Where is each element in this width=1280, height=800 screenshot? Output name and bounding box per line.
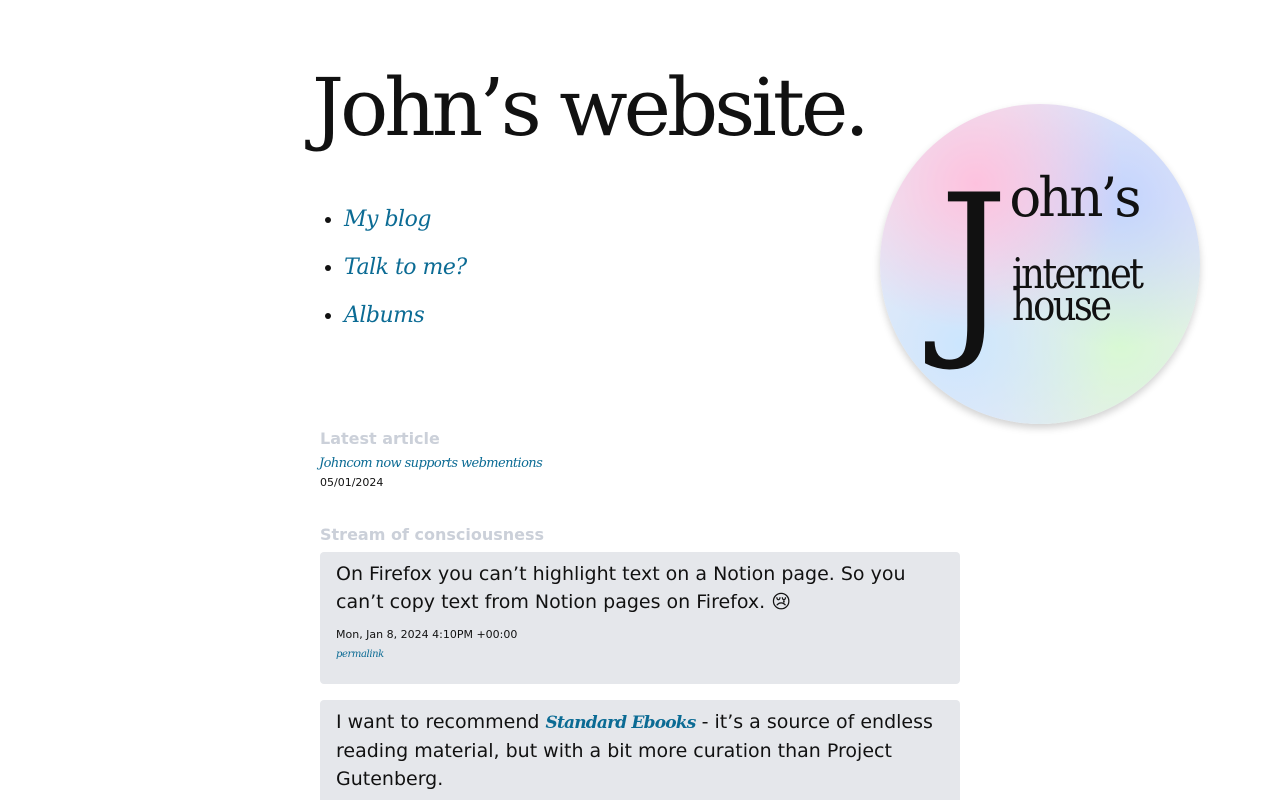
standard-ebooks-link[interactable]: Standard Ebooks — [545, 713, 696, 733]
site-title: John’s website. — [312, 61, 870, 154]
note-timestamp: Mon, Jan 8, 2024 4:10PM +00:00 — [336, 628, 518, 641]
note-text-before: I want to recommend — [336, 711, 546, 733]
note-text: On Firefox you can’t highlight text on a… — [336, 563, 906, 613]
logo-line-3: house — [1012, 282, 1111, 331]
nav-item-talk: Talk to me? — [344, 244, 467, 292]
nav-link-talk-to-me[interactable]: Talk to me? — [344, 255, 467, 280]
nav-item-albums: Albums — [344, 292, 467, 340]
logo-line-1: ohn’s — [1009, 165, 1139, 229]
latest-article-heading: Latest article — [320, 429, 440, 448]
stream-note: I want to recommend Standard Ebooks - it… — [320, 700, 960, 800]
note-permalink[interactable]: permalink — [336, 649, 384, 660]
latest-article-date: 05/01/2024 — [320, 476, 384, 489]
nav-item-blog: My blog — [344, 196, 467, 244]
main-nav: My blog Talk to me? Albums — [320, 196, 467, 340]
nav-link-my-blog[interactable]: My blog — [344, 207, 431, 232]
page: John’s website. My blog Talk to me? Albu… — [0, 0, 1280, 800]
logo-wordmark: J ohn’s internet house — [924, 153, 1146, 375]
logo-big-letter: J — [924, 153, 1008, 375]
nav-link-albums[interactable]: Albums — [344, 303, 425, 328]
site-logo: J ohn’s internet house — [880, 104, 1200, 424]
stream-note: On Firefox you can’t highlight text on a… — [320, 552, 960, 684]
stream-heading: Stream of consciousness — [320, 525, 545, 544]
note-text: I want to recommend Standard Ebooks - it… — [336, 708, 944, 793]
latest-article-link[interactable]: Johncom now supports webmentions — [319, 456, 543, 471]
